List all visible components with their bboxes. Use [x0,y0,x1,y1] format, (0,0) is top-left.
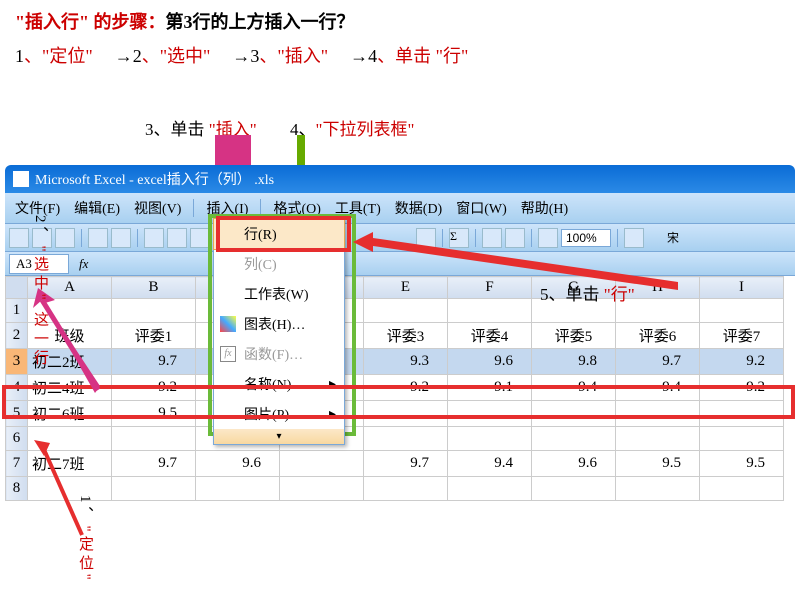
fx-icon[interactable]: fx [79,256,88,272]
menu-item-function[interactable]: fx函数(F)… [214,339,344,369]
cell[interactable]: 9.7 [112,349,196,375]
copy-button[interactable] [167,228,187,248]
expand-arrow-icon[interactable]: ▾ [214,429,344,444]
cell[interactable] [112,477,196,501]
col-header-b[interactable]: B [112,277,196,299]
menu-edit[interactable]: 编辑(E) [68,196,126,220]
red-arrow-icon [353,232,683,292]
function-icon: fx [220,346,236,362]
window-title: Microsoft Excel - excel插入行（列） .xls [35,169,274,189]
new-button[interactable] [9,228,29,248]
cell[interactable]: 9.4 [448,451,532,477]
cell[interactable] [532,477,616,501]
menu-data[interactable]: 数据(D) [389,196,448,220]
cell[interactable]: 9.7 [616,349,700,375]
cell[interactable] [448,427,532,451]
titlebar: Microsoft Excel - excel插入行（列） .xls [5,165,795,193]
highlight-selected-row [2,385,795,419]
save-button[interactable] [55,228,75,248]
cut-button[interactable] [144,228,164,248]
red-diagonal-arrow-icon [32,440,92,545]
excel-window: Microsoft Excel - excel插入行（列） .xls 文件(F)… [5,165,795,501]
paste-button[interactable] [190,228,210,248]
cell[interactable]: 评委7 [700,323,784,349]
menu-item-column[interactable]: 列(C) [214,249,344,279]
menu-window[interactable]: 窗口(W) [450,196,513,220]
menu-item-worksheet[interactable]: 工作表(W) [214,279,344,309]
cell[interactable] [364,477,448,501]
cell[interactable] [112,427,196,451]
vertical-annotation-1: 2、"选中" 这一行 [30,215,51,369]
cell[interactable]: 评委6 [616,323,700,349]
cell[interactable] [616,477,700,501]
row-header[interactable]: 1 [6,299,28,323]
cell[interactable]: 9.6 [448,349,532,375]
cell[interactable]: 评委3 [364,323,448,349]
row-header[interactable]: 2 [6,323,28,349]
menu-item-chart[interactable]: 图表(H)… [214,309,344,339]
print-button[interactable] [88,228,108,248]
cell[interactable] [448,477,532,501]
row-header[interactable]: 6 [6,427,28,451]
row-header[interactable]: 7 [6,451,28,477]
cell[interactable]: 评委4 [448,323,532,349]
cell[interactable] [364,427,448,451]
row-header[interactable]: 8 [6,477,28,501]
cell[interactable]: 9.7 [364,451,448,477]
cell[interactable]: 9.5 [700,451,784,477]
cell[interactable] [700,477,784,501]
step4-annotation: 4、"下拉列表框" [290,115,414,140]
cell[interactable]: 9.3 [364,349,448,375]
menu-view[interactable]: 视图(V) [128,196,187,220]
cell[interactable] [616,427,700,451]
cell[interactable]: 9.8 [532,349,616,375]
select-all-corner[interactable] [6,277,28,299]
cell[interactable] [280,451,364,477]
cell[interactable]: 9.6 [196,451,280,477]
cell[interactable] [700,427,784,451]
instruction-title: "插入行" 的步骤：第3行的上方插入一行？ [15,8,785,34]
steps-list: 1、"定位" →2、"选中" →3、"插入" →4、单击 "行" [15,42,785,68]
cell[interactable]: 9.2 [700,349,784,375]
col-header-i[interactable]: I [700,277,784,299]
preview-button[interactable] [111,228,131,248]
menubar: 文件(F) 编辑(E) 视图(V) 插入(I) 格式(O) 工具(T) 数据(D… [5,193,795,224]
row-header-selected[interactable]: 3 [6,349,28,375]
highlight-row-menu [216,216,351,252]
cell[interactable]: 9.7 [112,451,196,477]
chart-icon [220,316,236,332]
cell[interactable]: 9.6 [532,451,616,477]
menu-help[interactable]: 帮助(H) [515,196,574,220]
cell[interactable]: 评委1 [112,323,196,349]
excel-icon [13,171,29,187]
cell[interactable] [532,427,616,451]
cell[interactable]: 9.5 [616,451,700,477]
cell[interactable] [280,477,364,501]
cell[interactable] [196,477,280,501]
cell[interactable]: 评委5 [532,323,616,349]
